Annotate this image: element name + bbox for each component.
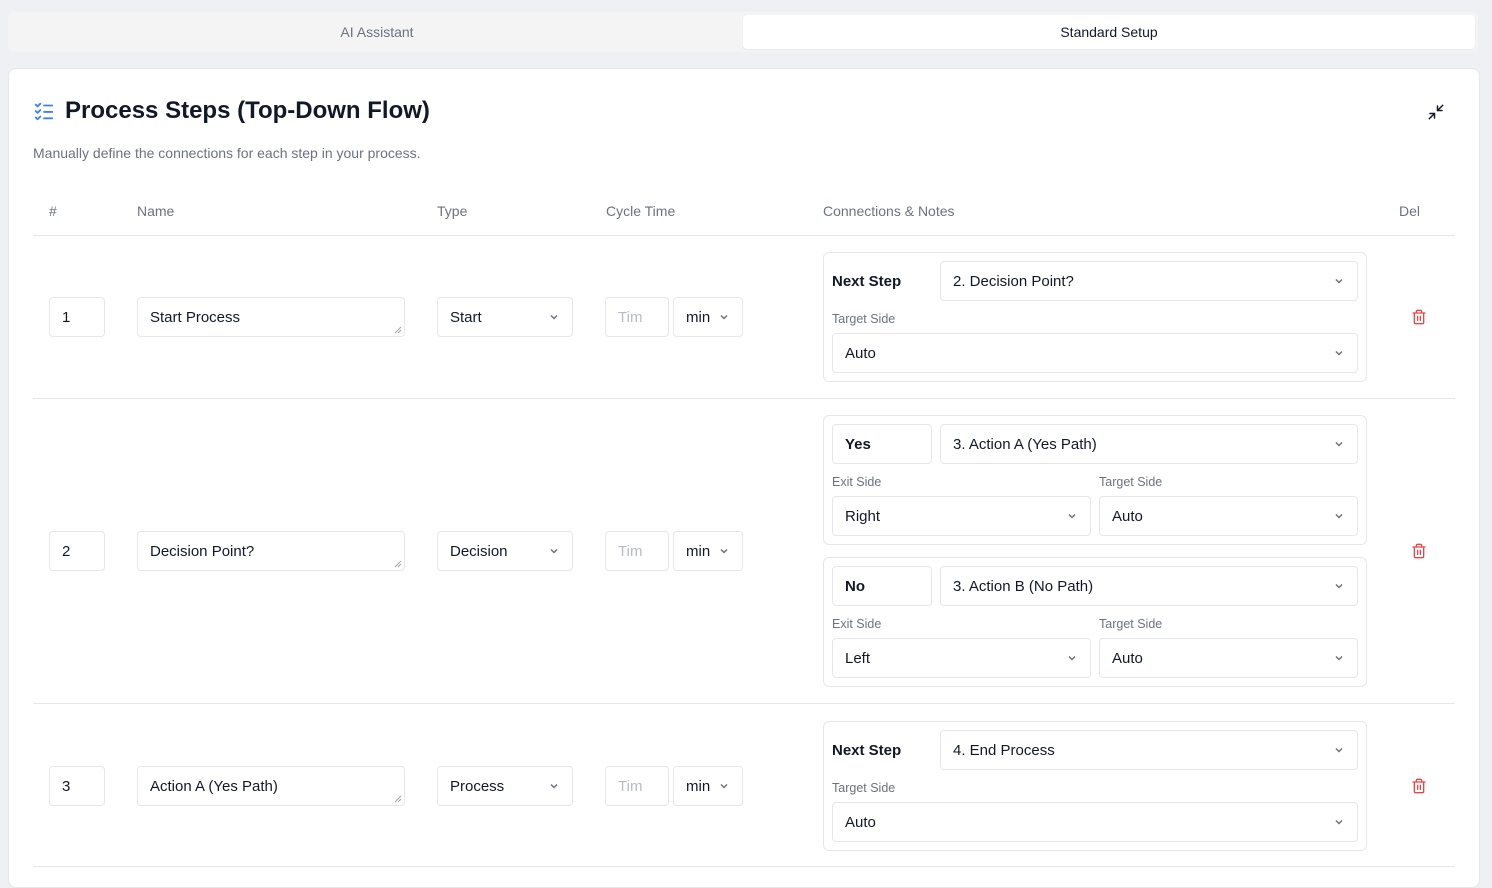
time-unit-value: min [686,542,711,560]
step-name-input[interactable]: Start Process [137,297,405,337]
connection-box-no: No 3. Action B (No Path) Exit Side Left … [823,557,1367,687]
step-type-select[interactable]: Start [437,297,573,337]
chevron-down-icon [1335,513,1343,519]
chevron-down-icon [1335,441,1343,447]
target-side-select[interactable]: Auto [832,802,1358,842]
resize-grip-icon[interactable] [394,326,402,334]
exit-side-label: Exit Side [832,475,882,489]
branch-label-input[interactable]: No [832,566,932,606]
step-type-select[interactable]: Decision [437,531,573,571]
target-side-label: Target Side [1099,617,1163,631]
step-type-value: Start [450,308,482,326]
connection-label: Next Step [832,273,902,290]
connection-box: Next Step 2. Decision Point? Target Side… [823,252,1367,382]
chevron-down-icon [1068,513,1076,519]
connection-box-yes: Yes 3. Action A (Yes Path) Exit Side Rig… [823,415,1367,545]
chevron-down-icon [1335,655,1343,661]
table-header: # Name Type Cycle Time Connections & Not… [33,195,1455,236]
target-side-select[interactable]: Auto [1099,638,1358,678]
header-num: # [49,203,57,219]
checklist-icon [34,102,54,121]
card-title: Process Steps (Top-Down Flow) [65,97,430,124]
table-row: 3 Action A (Yes Path) Process Tim min Ne… [33,704,1455,867]
step-type-select[interactable]: Process [437,766,573,806]
exit-side-select[interactable]: Right [832,496,1091,536]
branch-target-select[interactable]: 3. Action B (No Path) [940,566,1358,606]
exit-side-value: Left [845,649,871,667]
header-name: Name [137,203,175,219]
chevron-down-icon [720,314,728,320]
target-side-value: Auto [845,344,876,362]
target-side-select[interactable]: Auto [832,333,1358,373]
step-name-input[interactable]: Action A (Yes Path) [137,766,405,806]
target-side-value: Auto [1112,649,1143,667]
chevron-down-icon [1335,350,1343,356]
step-type-value: Process [450,777,505,795]
cycle-time-input[interactable]: Tim [605,297,669,337]
process-steps-card: Process Steps (Top-Down Flow) Manually d… [8,68,1480,888]
header-type: Type [437,203,468,219]
table-row: 1 Start Process Start Tim min Next Step … [33,236,1455,399]
card-header: Process Steps (Top-Down Flow) [33,97,430,125]
chevron-down-icon [1335,278,1343,284]
step-number-input[interactable]: 1 [49,297,105,337]
exit-side-value: Right [845,507,881,525]
chevron-down-icon [1068,655,1076,661]
step-type-value: Decision [450,542,508,560]
step-number-input[interactable]: 3 [49,766,105,806]
branch-target-value: 3. Action B (No Path) [953,577,1094,595]
time-unit-value: min [686,308,711,326]
connection-label: Next Step [832,742,902,759]
chevron-down-icon [550,783,558,789]
chevron-down-icon [720,548,728,554]
tab-standard-setup[interactable]: Standard Setup [743,15,1475,49]
step-name-value: Action A (Yes Path) [150,777,278,795]
target-side-label: Target Side [832,781,896,795]
cycle-time-input[interactable]: Tim [605,531,669,571]
next-step-value: 4. End Process [953,741,1055,759]
trash-icon[interactable] [1411,543,1427,559]
step-name-input[interactable]: Decision Point? [137,531,405,571]
card-subtitle: Manually define the connections for each… [33,145,421,161]
header-cycle-time: Cycle Time [606,203,676,219]
step-name-value: Start Process [150,308,241,326]
exit-side-select[interactable]: Left [832,638,1091,678]
branch-target-select[interactable]: 3. Action A (Yes Path) [940,424,1358,464]
target-side-value: Auto [845,813,876,831]
target-side-value: Auto [1112,507,1143,525]
next-step-select[interactable]: 2. Decision Point? [940,261,1358,301]
mode-tabs: AI Assistant Standard Setup [8,12,1478,52]
table-row: 2 Decision Point? Decision Tim min Yes 3… [33,399,1455,704]
connection-box: Next Step 4. End Process Target Side Aut… [823,721,1367,851]
minimize-icon[interactable] [1427,103,1445,121]
header-connections: Connections & Notes [823,203,955,219]
time-unit-select[interactable]: min [673,766,743,806]
header-del: Del [1399,203,1421,219]
time-unit-value: min [686,777,711,795]
chevron-down-icon [720,783,728,789]
exit-side-label: Exit Side [832,617,882,631]
resize-grip-icon[interactable] [394,560,402,568]
target-side-label: Target Side [832,312,896,326]
time-unit-select[interactable]: min [673,531,743,571]
step-number-input[interactable]: 2 [49,531,105,571]
trash-icon[interactable] [1411,778,1427,794]
next-step-value: 2. Decision Point? [953,272,1074,290]
chevron-down-icon [550,314,558,320]
target-side-label: Target Side [1099,475,1163,489]
branch-label-input[interactable]: Yes [832,424,932,464]
branch-target-value: 3. Action A (Yes Path) [953,435,1097,453]
target-side-select[interactable]: Auto [1099,496,1358,536]
chevron-down-icon [1335,747,1343,753]
chevron-down-icon [1335,583,1343,589]
next-step-select[interactable]: 4. End Process [940,730,1358,770]
resize-grip-icon[interactable] [394,795,402,803]
chevron-down-icon [1335,819,1343,825]
cycle-time-input[interactable]: Tim [605,766,669,806]
chevron-down-icon [550,548,558,554]
time-unit-select[interactable]: min [673,297,743,337]
tab-ai-assistant[interactable]: AI Assistant [11,15,743,49]
trash-icon[interactable] [1411,309,1427,325]
step-name-value: Decision Point? [150,542,255,560]
